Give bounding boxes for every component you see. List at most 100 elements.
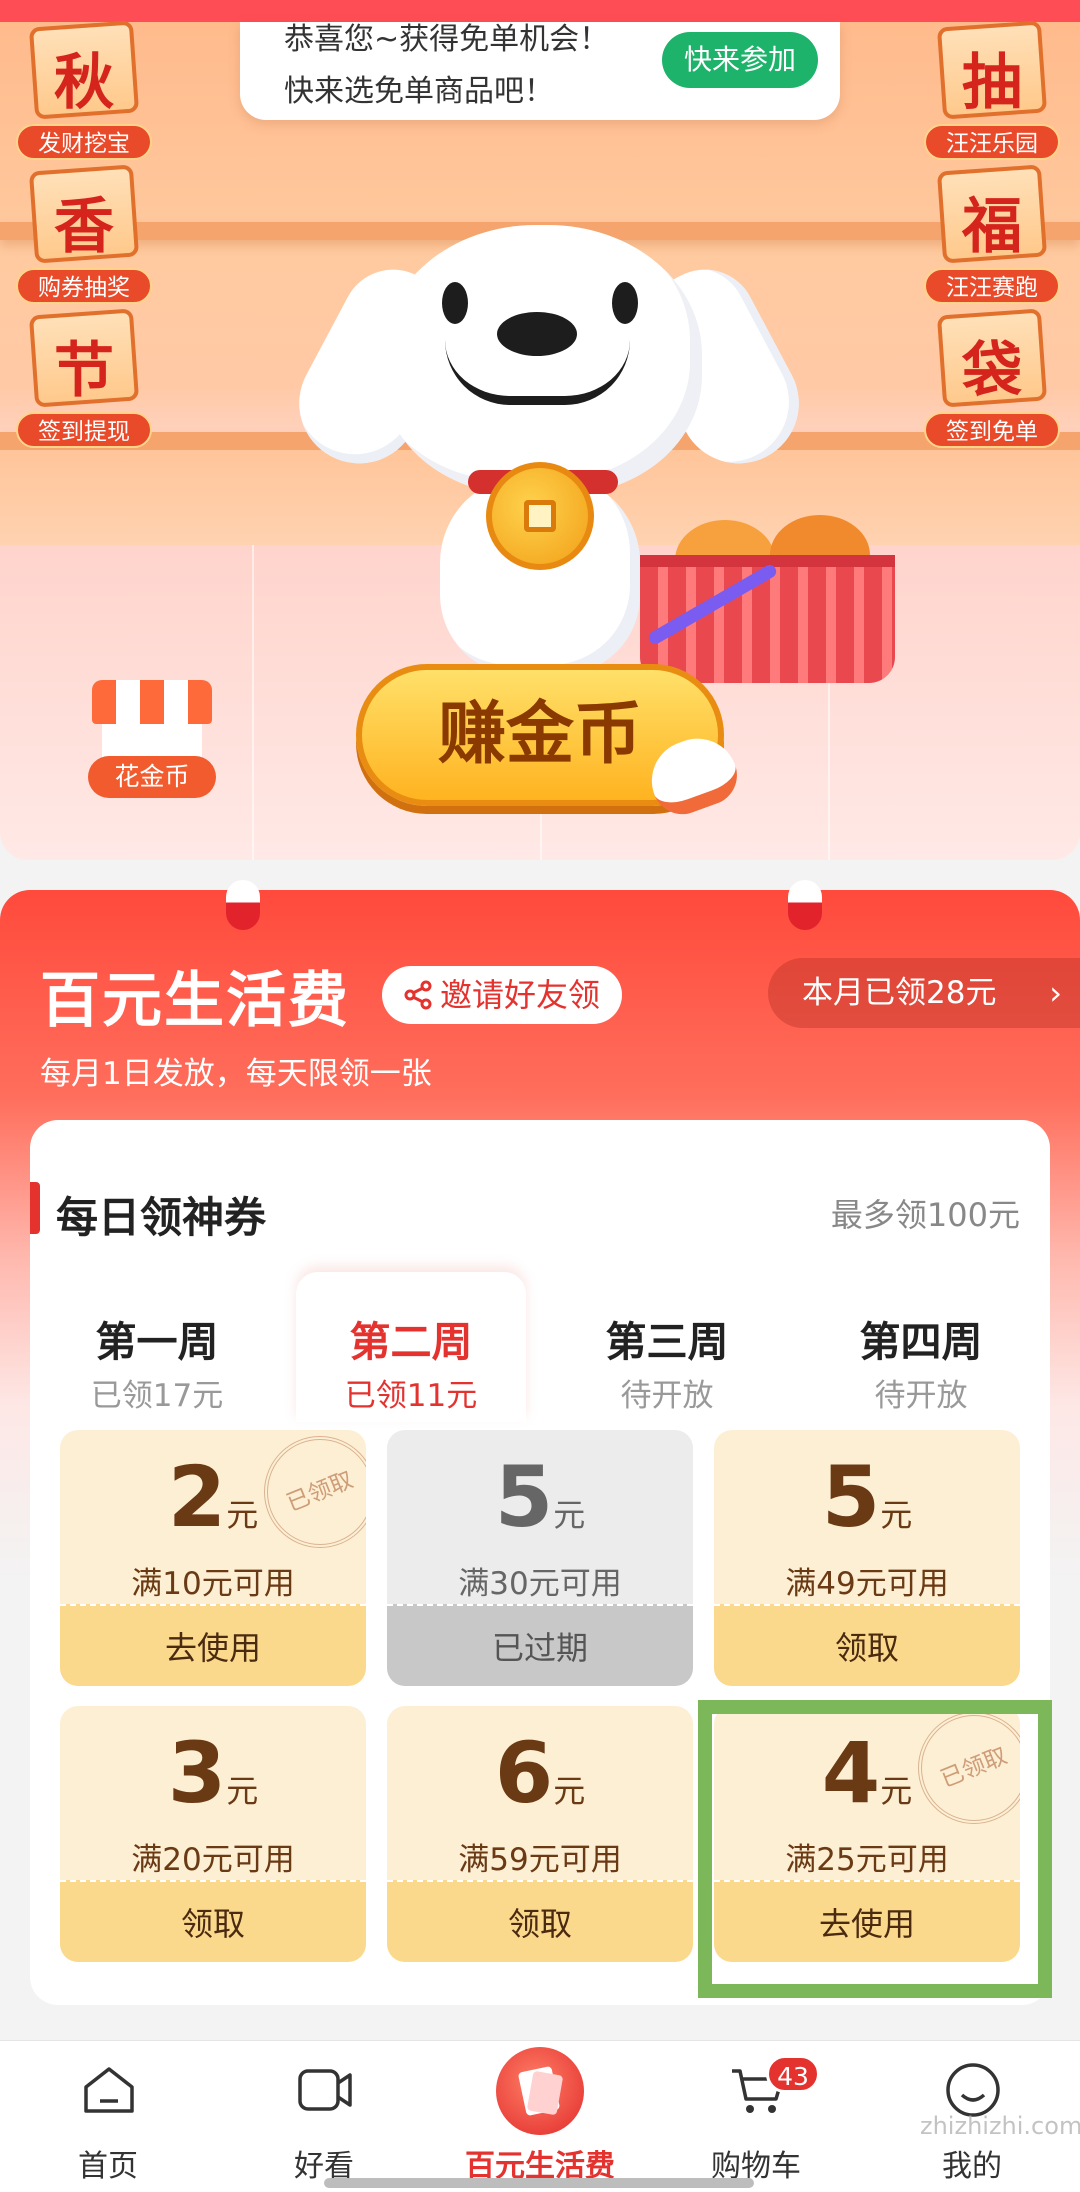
week-name: 第三周 — [605, 1318, 729, 1366]
tab-week-4[interactable]: 第四周 待开放 — [806, 1272, 1036, 1422]
coupon-card: 5元 满30元可用 已过期 — [387, 1430, 693, 1686]
profile-icon — [946, 2063, 1000, 2117]
nav-label: 首页 — [78, 2149, 138, 2184]
week-status: 待开放 — [620, 1378, 714, 1414]
coupon-amount-value: 6 — [494, 1724, 554, 1822]
coupon-use-button[interactable]: 去使用 — [60, 1604, 366, 1686]
activity-tile-checkin-cash[interactable]: 节 签到提现 — [14, 308, 154, 450]
activity-tile-dig-treasure[interactable]: 秋 发财挖宝 — [14, 20, 154, 162]
envelope-glyph — [518, 2066, 563, 2116]
tile-caption: 购券抽奖 — [16, 268, 152, 304]
invite-friends-label: 邀请好友领 — [440, 976, 601, 1014]
tile-caption: 签到免单 — [924, 412, 1060, 448]
invite-friends-button[interactable]: 邀请好友领 — [382, 966, 623, 1024]
share-icon — [404, 980, 432, 1010]
coin-square-hole — [524, 500, 556, 532]
panel-pin — [788, 880, 822, 930]
tile-char: 秋 — [54, 48, 114, 118]
spend-coins-label: 花金币 — [88, 756, 216, 798]
activity-tile-checkin-free[interactable]: 袋 签到免单 — [922, 308, 1062, 450]
coupon-amount-value: 5 — [821, 1448, 881, 1546]
coupon-amount-value: 2 — [167, 1448, 227, 1546]
spend-coins-entry[interactable]: 花金币 — [88, 680, 218, 800]
allowance-rule-text: 每月1日发放，每天限领一张 — [40, 1056, 432, 1092]
tile-caption: 签到提现 — [16, 412, 152, 448]
red-envelope-icon — [496, 2047, 584, 2135]
join-now-button[interactable]: 快来参加 — [661, 32, 818, 88]
coupon-unit: 元 — [226, 1772, 259, 1810]
week-status: 已领11元 — [344, 1378, 478, 1414]
notice-line-2: 快来选免单商品吧！ — [284, 74, 554, 109]
week-name: 第一周 — [95, 1318, 219, 1366]
bottom-nav: 首页 好看 百元生活费 43 购物车 我的 — [0, 2040, 1080, 2192]
tile-caption: 汪汪乐园 — [924, 124, 1060, 160]
coupon-card: 3元 满20元可用 领取 — [60, 1706, 366, 1962]
nav-item-life-allowance[interactable]: 百元生活费 — [432, 2041, 648, 2192]
coupon-unit: 元 — [553, 1496, 586, 1534]
watermark: zhizhizhi.com — [920, 2112, 1080, 2140]
tile-caption: 汪汪赛跑 — [924, 268, 1060, 304]
monthly-claimed-text: 本月已领28元 — [802, 975, 997, 1011]
coupon-claim-button[interactable]: 领取 — [387, 1880, 693, 1962]
activity-tile-coupon-lottery[interactable]: 香 购券抽奖 — [14, 164, 154, 306]
coupon-condition: 满59元可用 — [458, 1842, 622, 1878]
cart-count-badge: 43 — [766, 2055, 820, 2093]
home-icon — [84, 2067, 134, 2113]
activity-tile-wangwang-race[interactable]: 福 汪汪赛跑 — [922, 164, 1062, 306]
week-status: 待开放 — [874, 1378, 968, 1414]
tile-char: 抽 — [962, 48, 1022, 118]
tile-char: 福 — [962, 192, 1022, 262]
coupon-amount-value: 3 — [167, 1724, 227, 1822]
coupon-unit: 元 — [226, 1496, 259, 1534]
tile-char: 袋 — [962, 336, 1022, 406]
monthly-claimed-tag[interactable]: 本月已领28元 › — [768, 958, 1080, 1028]
daily-coupon-max: 最多领100元 — [830, 1196, 1020, 1234]
coupon-amount: 6元 — [387, 1724, 693, 1822]
coupon-amount-value: 5 — [494, 1448, 554, 1546]
week-status: 已领17元 — [90, 1378, 224, 1414]
week-name: 第二周 — [349, 1318, 473, 1366]
coupon-unit: 元 — [553, 1772, 586, 1810]
tile-char: 节 — [54, 336, 114, 406]
week-name: 第四周 — [859, 1318, 983, 1366]
coupon-amount: 2元 — [60, 1448, 366, 1546]
coupon-condition: 满30元可用 — [458, 1566, 622, 1602]
coupon-card: 已领取 2元 满10元可用 去使用 — [60, 1430, 366, 1686]
coupon-claim-button[interactable]: 领取 — [60, 1880, 366, 1962]
tab-week-1[interactable]: 第一周 已领17元 — [42, 1272, 272, 1422]
coupon-amount: 5元 — [387, 1448, 693, 1546]
coupon-card: 5元 满49元可用 领取 — [714, 1430, 1020, 1686]
coupon-unit: 元 — [880, 1496, 913, 1534]
nav-item-good-look[interactable]: 好看 — [216, 2041, 432, 2192]
shop-awning-icon — [92, 680, 212, 724]
video-icon — [298, 2069, 352, 2111]
tile-char: 香 — [54, 192, 114, 262]
promo-banner: 恭喜您~获得免单机会！ 快来选免单商品吧！ 快来参加 秋 发财挖宝 香 购券抽奖… — [0, 0, 1080, 860]
coupon-condition: 满20元可用 — [131, 1842, 295, 1878]
nav-item-home[interactable]: 首页 — [0, 2041, 216, 2192]
life-allowance-title: 百元生活费 — [40, 966, 350, 1036]
coupon-amount: 3元 — [60, 1724, 366, 1822]
section-accent-bar — [30, 1182, 40, 1234]
mascot-eye — [612, 282, 638, 324]
coupon-condition: 满49元可用 — [785, 1566, 949, 1602]
panel-pin — [226, 880, 260, 930]
coupon-claim-button[interactable]: 领取 — [714, 1604, 1020, 1686]
coupon-card: 6元 满59元可用 领取 — [387, 1706, 693, 1962]
mascot-eye — [442, 282, 468, 324]
free-order-notice: 恭喜您~获得免单机会！ 快来选免单商品吧！ 快来参加 — [240, 22, 840, 120]
coupon-expired-button: 已过期 — [387, 1604, 693, 1686]
coupon-condition: 满10元可用 — [131, 1566, 295, 1602]
tab-week-2[interactable]: 第二周 已领11元 — [296, 1272, 526, 1422]
nav-item-cart[interactable]: 43 购物车 — [648, 2041, 864, 2192]
floor-line — [252, 545, 254, 860]
tab-week-3[interactable]: 第三周 待开放 — [552, 1272, 782, 1422]
coupon-amount: 5元 — [714, 1448, 1020, 1546]
nav-label: 我的 — [942, 2149, 1002, 2184]
notice-line-1: 恭喜您~获得免单机会！ — [284, 22, 610, 57]
daily-coupon-title: 每日领神券 — [56, 1193, 267, 1242]
highlight-box — [698, 1700, 1052, 1998]
tile-caption: 发财挖宝 — [16, 124, 152, 160]
activity-tile-wangwang-park[interactable]: 抽 汪汪乐园 — [922, 20, 1062, 162]
chevron-right-icon: › — [1049, 974, 1062, 1012]
